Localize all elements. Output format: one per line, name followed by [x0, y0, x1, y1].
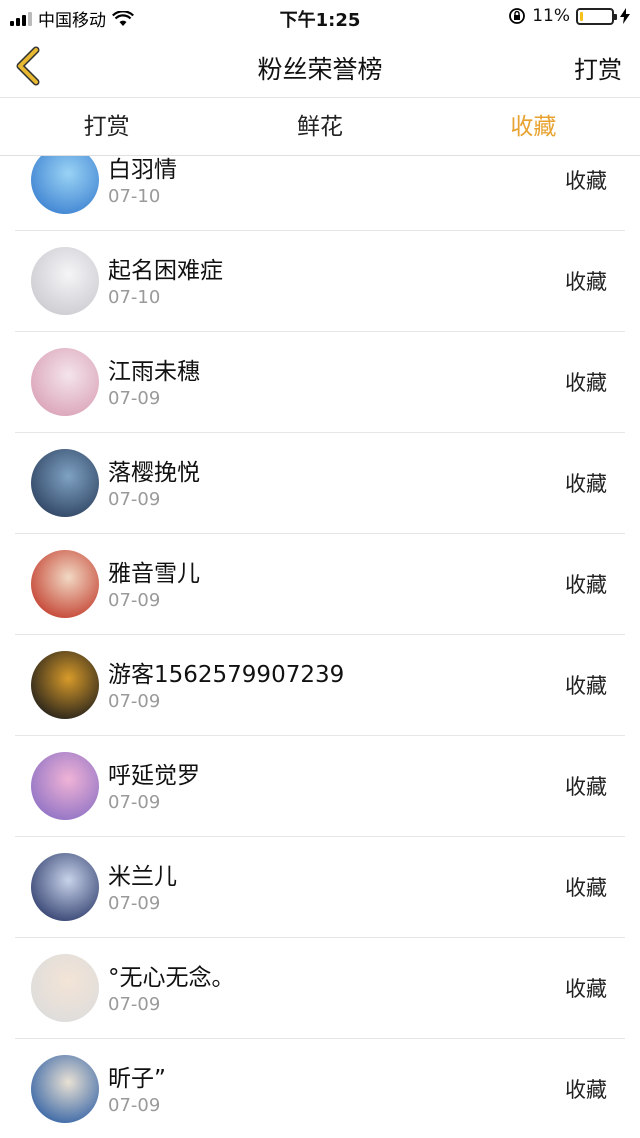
action-type-label: 收藏: [565, 775, 607, 799]
fan-name: 呼延觉罗: [108, 763, 200, 789]
status-bar: 中国移动 下午1:25 11%: [0, 0, 640, 34]
avatar[interactable]: [31, 247, 99, 315]
list-item[interactable]: 白羽情 07-10 收藏: [15, 156, 625, 231]
fan-name: °无心无念。: [108, 965, 235, 991]
avatar[interactable]: [31, 348, 99, 416]
tab-bar: 打赏 鲜花 收藏: [0, 98, 640, 156]
page-title: 粉丝荣誉榜: [257, 55, 383, 84]
fan-name: 落樱挽悦: [108, 460, 200, 486]
tab-reward[interactable]: 打赏: [0, 98, 213, 155]
avatar[interactable]: [31, 853, 99, 921]
list-item[interactable]: °无心无念。 07-09 收藏: [15, 938, 625, 1039]
fan-date: 07-09: [108, 388, 161, 409]
action-type-label: 收藏: [565, 674, 607, 698]
fan-date: 07-09: [108, 893, 161, 914]
fan-name: 江雨未穗: [108, 359, 200, 385]
fan-name: 白羽情: [108, 157, 177, 183]
avatar[interactable]: [31, 954, 99, 1022]
charging-icon: [620, 8, 630, 24]
avatar[interactable]: [31, 651, 99, 719]
status-right: 11%: [508, 6, 630, 26]
fan-name: 起名困难症: [108, 258, 223, 284]
fan-date: 07-09: [108, 994, 161, 1015]
reward-button[interactable]: 打赏: [574, 50, 622, 85]
nav-bar: 粉丝荣誉榜 打赏: [0, 34, 640, 98]
avatar[interactable]: [31, 1055, 99, 1123]
list-item[interactable]: 落樱挽悦 07-09 收藏: [15, 433, 625, 534]
fan-name: 游客1562579907239: [108, 662, 345, 688]
avatar[interactable]: [31, 550, 99, 618]
fan-list[interactable]: 白羽情 07-10 收藏 起名困难症 07-10 收藏 江雨未穗 07-09 收藏 落樱挽悦 07-…: [0, 156, 640, 1138]
fan-date: 07-09: [108, 792, 161, 813]
avatar[interactable]: [31, 449, 99, 517]
list-item[interactable]: 起名困难症 07-10 收藏: [15, 231, 625, 332]
action-type-label: 收藏: [565, 371, 607, 395]
fan-name: 雅音雪儿: [108, 561, 200, 587]
action-type-label: 收藏: [565, 1078, 607, 1102]
tab-favorites[interactable]: 收藏: [427, 98, 640, 155]
avatar[interactable]: [31, 752, 99, 820]
fan-date: 07-09: [108, 1095, 161, 1116]
action-type-label: 收藏: [565, 270, 607, 294]
action-type-label: 收藏: [565, 169, 607, 193]
fan-date: 07-09: [108, 590, 161, 611]
list-item[interactable]: 呼延觉罗 07-09 收藏: [15, 736, 625, 837]
battery-icon: [576, 7, 617, 25]
action-type-label: 收藏: [565, 876, 607, 900]
list-item[interactable]: 米兰儿 07-09 收藏: [15, 837, 625, 938]
fan-name: 昕子”: [108, 1066, 166, 1092]
battery-percent: 11%: [532, 6, 570, 26]
fan-date: 07-10: [108, 186, 161, 207]
fan-date: 07-09: [108, 489, 161, 510]
list-item[interactable]: 昕子” 07-09 收藏: [15, 1039, 625, 1138]
fan-name: 米兰儿: [108, 864, 177, 890]
tab-flowers[interactable]: 鲜花: [213, 98, 426, 155]
action-type-label: 收藏: [565, 977, 607, 1001]
fan-date: 07-10: [108, 287, 161, 308]
action-type-label: 收藏: [565, 472, 607, 496]
action-type-label: 收藏: [565, 573, 607, 597]
fan-date: 07-09: [108, 691, 161, 712]
list-item[interactable]: 江雨未穗 07-09 收藏: [15, 332, 625, 433]
list-item[interactable]: 雅音雪儿 07-09 收藏: [15, 534, 625, 635]
list-item[interactable]: 游客1562579907239 07-09 收藏: [15, 635, 625, 736]
rotation-lock-icon: [509, 8, 526, 24]
avatar[interactable]: [31, 156, 99, 214]
